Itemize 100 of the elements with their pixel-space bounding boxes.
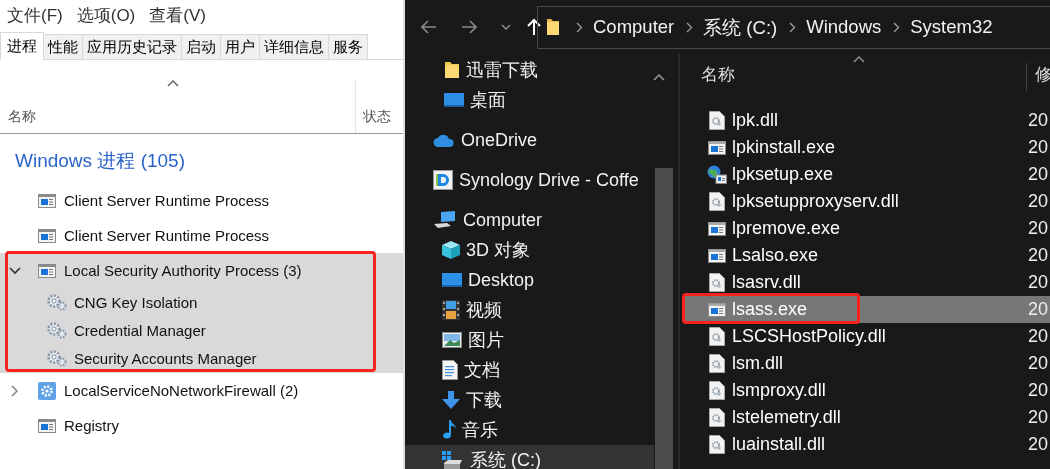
file-row[interactable]: lsass.exe 20 [684,296,1050,323]
modified-date: 20 [1028,137,1049,158]
menu-item[interactable]: 文件(F) [7,3,63,27]
file-row[interactable]: lpkinstall.exe 20 [684,134,1050,161]
modified-date: 20 [1028,191,1049,212]
settings-file-icon [707,273,727,292]
nav-item[interactable]: 图片 [405,325,654,355]
modified-date: 20 [1028,218,1049,239]
nav-item[interactable]: 桌面 [405,85,654,115]
file-row[interactable]: lstelemetry.dll 20 [684,404,1050,431]
file-row[interactable]: lpremove.exe 20 [684,215,1050,242]
file-row[interactable]: Lsalso.exe 20 [684,242,1050,269]
nav-item[interactable]: Synology Drive - Coffe [405,165,654,195]
file-row[interactable]: lpksetupproxyserv.dll 20 [684,188,1050,215]
gears-icon [46,293,68,311]
drive-icon [442,451,464,469]
up-arrow-icon [527,18,541,36]
tab[interactable]: 启动 [182,34,221,60]
chevron-right-icon[interactable] [11,384,19,397]
desktop-icon [442,273,462,287]
modified-date: 20 [1028,326,1049,347]
process-name[interactable]: Client Server Runtime Process [64,227,270,244]
sync-app-icon [433,170,453,190]
image-icon [442,332,462,348]
tab[interactable]: 用户 [221,34,260,60]
service-name[interactable]: Security Accounts Manager [74,349,257,367]
menu-item[interactable]: 查看(V) [149,3,206,27]
nav-item[interactable]: 迅雷下载 [405,55,654,85]
nav-item[interactable]: Desktop [405,265,654,295]
app-window-icon [38,228,56,243]
settings-file-icon [707,327,727,346]
desktop-icon [444,93,464,107]
app-window-icon [707,140,727,155]
column-header[interactable]: 状态 [363,108,391,126]
settings-file-icon [707,435,727,454]
nav-item[interactable]: 下载 [405,385,654,415]
service-name[interactable]: Credential Manager [74,321,206,339]
process-row[interactable]: Client Server Runtime Process [0,183,403,218]
process-name[interactable]: Registry [64,417,119,434]
modified-date: 20 [1028,110,1049,131]
chevron-down-icon[interactable] [9,266,21,275]
process-row[interactable]: Registry [0,408,403,443]
process-name[interactable]: Client Server Runtime Process [64,192,270,209]
nav-item[interactable]: OneDrive [405,125,654,155]
process-name[interactable]: Local Security Authority Process (3) [64,262,302,279]
folder-icon [546,18,560,36]
nav-item[interactable]: 系统 (C:) [405,445,654,469]
file-name: lpksetup.exe [732,164,834,185]
gear-icon [38,381,56,400]
breadcrumb-item[interactable]: 系统 (C:) [703,14,778,40]
file-row[interactable]: lpk.dll 20 [684,107,1050,134]
file-name: lsm.dll [732,353,783,374]
app-window-icon [38,193,56,208]
nav-item[interactable]: 音乐 [405,415,654,445]
breadcrumb-item[interactable]: System32 [910,16,993,38]
modified-date: 20 [1028,353,1049,374]
tab[interactable]: 服务 [329,34,368,60]
column-header[interactable]: 名称 [0,108,36,126]
menu-item[interactable]: 选项(O) [76,3,136,27]
tab[interactable]: 进程 [0,32,44,60]
process-row[interactable]: Local Security Authority Process (3) CNG Key Isolation Credential Manager Security Accounts Manager [0,253,403,373]
file-row[interactable]: lpksetup.exe 20 [684,161,1050,188]
address-bar[interactable]: Computer 系统 (C:) Windows System32 [537,5,1050,49]
process-row[interactable]: LocalServiceNoNetworkFirewall (2) [0,373,403,408]
process-name[interactable]: LocalServiceNoNetworkFirewall (2) [64,382,299,399]
nav-item[interactable]: 视频 [405,295,654,325]
gears-icon [46,349,68,367]
download-arrow-icon [442,391,460,409]
file-row[interactable]: lsm.dll 20 [684,350,1050,377]
breadcrumb-item[interactable]: Computer [593,16,675,38]
file-row[interactable]: lsasrv.dll 20 [684,269,1050,296]
breadcrumb-item[interactable]: Windows [806,16,882,38]
computer-icon [433,211,457,229]
sort-caret-icon [853,56,865,63]
file-row[interactable]: lsmproxy.dll 20 [684,377,1050,404]
nav-item[interactable]: 3D 对象 [405,235,654,265]
gears-icon [46,321,68,339]
nav-item[interactable]: Computer [405,205,654,235]
chevron-right-icon [576,21,583,33]
tab[interactable]: 应用历史记录 [83,34,182,60]
column-header[interactable]: 名称 [701,63,735,86]
file-name: lsmproxy.dll [732,380,826,401]
scroll-up-icon[interactable] [653,74,665,81]
modified-date: 20 [1028,299,1049,320]
modified-date: 20 [1028,380,1049,401]
document-icon [442,360,458,380]
file-row[interactable]: luainstall.dll 20 [684,431,1050,458]
file-row[interactable]: LSCSHostPolicy.dll 20 [684,323,1050,350]
service-name[interactable]: CNG Key Isolation [74,293,198,311]
tab[interactable]: 详细信息 [260,34,329,60]
process-row[interactable]: Client Server Runtime Process [0,218,403,253]
file-name: lsass.exe [732,299,808,320]
nav-item[interactable]: 文档 [405,355,654,385]
cloud-icon [433,133,455,147]
file-name: Lsalso.exe [732,245,819,266]
modified-date: 20 [1028,407,1049,428]
scrollbar-thumb[interactable] [655,168,673,469]
modified-date: 20 [1028,434,1049,455]
settings-file-icon [707,192,727,211]
tab[interactable]: 性能 [44,34,83,60]
